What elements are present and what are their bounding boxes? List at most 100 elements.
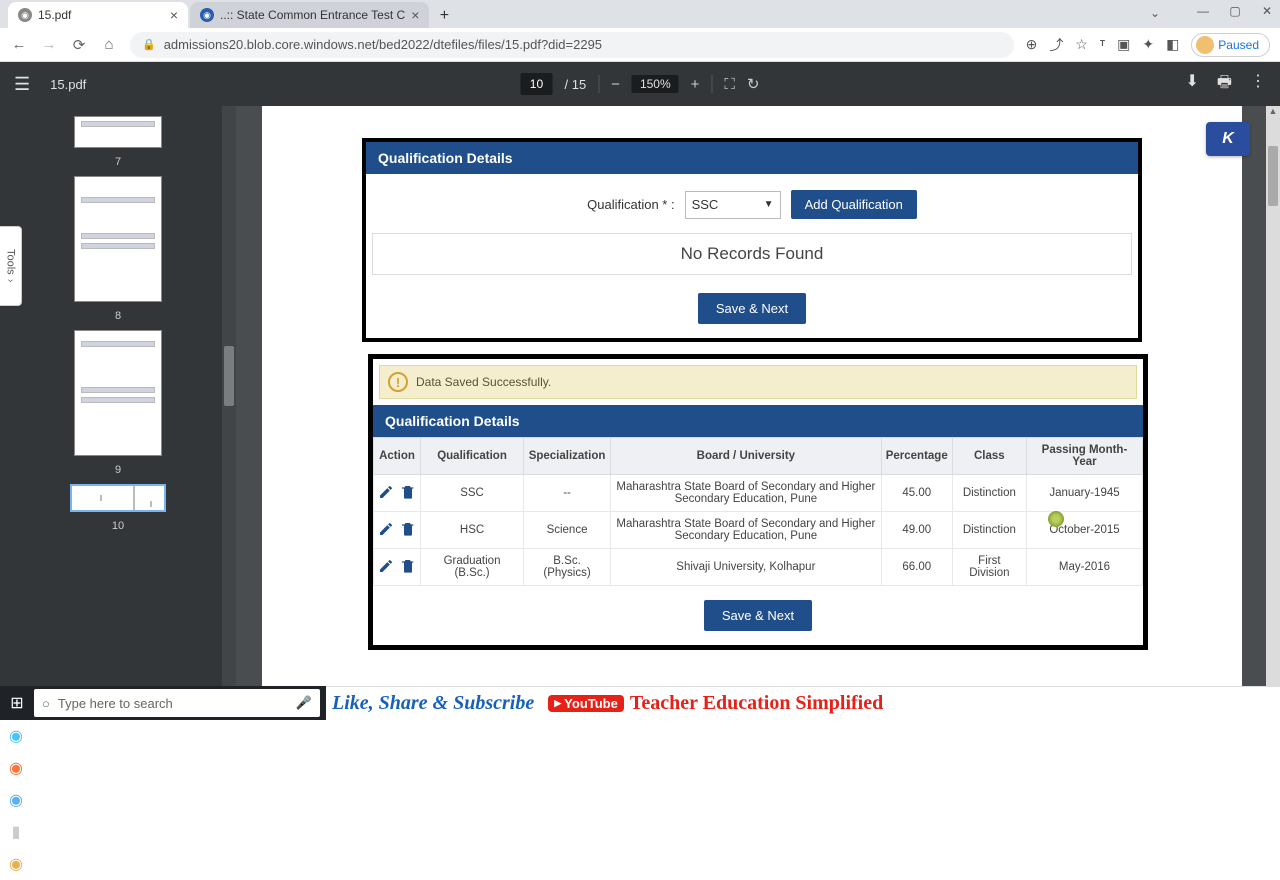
edit-icon[interactable] bbox=[378, 558, 394, 577]
scroll-up-icon[interactable]: ▲ bbox=[1266, 106, 1280, 120]
taskbar-search[interactable]: ○ Type here to search 🎤 bbox=[34, 689, 320, 717]
table-row: SSC--Maharashtra State Board of Secondar… bbox=[374, 475, 1143, 512]
page-thumbnail-selected[interactable] bbox=[70, 484, 166, 512]
download-icon[interactable]: ⬇ bbox=[1185, 71, 1198, 98]
zoom-icon[interactable]: ⊕ bbox=[1026, 36, 1038, 53]
page-thumbnail[interactable] bbox=[74, 330, 162, 456]
page-total: / 15 bbox=[564, 77, 586, 92]
chevron-down-icon[interactable]: ⌄ bbox=[1150, 6, 1160, 20]
pdf-viewer: Tools› 7 8 9 10 K ▲ Qualification Detail… bbox=[0, 106, 1280, 720]
thumbnail-scrollbar[interactable] bbox=[222, 106, 236, 720]
panel-header: Qualification Details bbox=[366, 142, 1138, 174]
page-input[interactable] bbox=[520, 73, 552, 95]
minimize-icon[interactable]: — bbox=[1194, 4, 1212, 18]
col-action: Action bbox=[374, 438, 421, 475]
print-icon[interactable]: 🖶 bbox=[1217, 71, 1232, 98]
tools-tab[interactable]: Tools› bbox=[0, 226, 22, 306]
thumb-label: 9 bbox=[115, 464, 121, 476]
qualification-select[interactable]: SSC ▼ bbox=[685, 191, 781, 219]
col-qualification: Qualification bbox=[421, 438, 524, 475]
edge-icon[interactable]: ◉ bbox=[0, 720, 32, 752]
thumb-label: 10 bbox=[112, 520, 124, 532]
chevron-down-icon: ▼ bbox=[764, 199, 774, 210]
youtube-badge: YouTube bbox=[548, 695, 624, 712]
star-icon[interactable]: ☆ bbox=[1075, 36, 1088, 53]
search-icon: ○ bbox=[42, 696, 50, 711]
chromium-icon[interactable]: ◉ bbox=[0, 784, 32, 816]
zoom-out-icon[interactable]: − bbox=[611, 76, 620, 93]
info-icon: ! bbox=[388, 372, 408, 392]
edit-icon[interactable] bbox=[378, 521, 394, 540]
translate-icon[interactable]: ᵀ bbox=[1100, 38, 1105, 52]
k-overlay-button[interactable]: K bbox=[1206, 122, 1250, 156]
browser-tab-active[interactable]: ◉ 15.pdf × bbox=[8, 2, 188, 28]
firefox-icon[interactable]: ◉ bbox=[0, 752, 32, 784]
pdf-page: Qualification Details Qualification * : … bbox=[262, 106, 1242, 720]
close-icon[interactable]: × bbox=[170, 7, 178, 23]
save-next-button[interactable]: Save & Next bbox=[704, 600, 812, 631]
col-specialization: Specialization bbox=[524, 438, 611, 475]
new-tab-button[interactable]: + bbox=[431, 4, 457, 28]
banner-channel: Teacher Education Simplified bbox=[630, 692, 883, 715]
close-icon[interactable]: × bbox=[411, 7, 419, 23]
fit-page-icon[interactable]: ⛶ bbox=[724, 76, 735, 93]
home-icon[interactable]: ⌂ bbox=[100, 36, 118, 53]
start-button[interactable]: ⊞ bbox=[0, 686, 34, 720]
taskbar-apps: ◉ ◉ ◉ ▮ ◉ bbox=[0, 720, 1280, 880]
add-qualification-button[interactable]: Add Qualification bbox=[791, 190, 917, 219]
qualification-panel-empty: Qualification Details Qualification * : … bbox=[362, 138, 1142, 342]
browser-tab-strip: ◉ 15.pdf × ◉ ..:: State Common Entrance … bbox=[0, 0, 1280, 28]
address-bar: ← → ⟳ ⌂ 🔒 admissions20.blob.core.windows… bbox=[0, 28, 1280, 62]
save-next-button[interactable]: Save & Next bbox=[698, 293, 806, 324]
share-icon[interactable]: ⤴ bbox=[1049, 35, 1063, 55]
forward-icon[interactable]: → bbox=[40, 36, 58, 53]
col-class: Class bbox=[952, 438, 1026, 475]
back-icon[interactable]: ← bbox=[10, 36, 28, 53]
tab-title: 15.pdf bbox=[38, 8, 71, 22]
col-passing: Passing Month-Year bbox=[1026, 438, 1142, 475]
url-field[interactable]: 🔒 admissions20.blob.core.windows.net/bed… bbox=[130, 32, 1014, 58]
url-text: admissions20.blob.core.windows.net/bed20… bbox=[164, 37, 602, 52]
pdf-toolbar: ☰ 15.pdf / 15 − 150% + ⛶ ↻ ⬇ 🖶 ⋮ bbox=[0, 62, 1280, 106]
table-row: HSCScienceMaharashtra State Board of Sec… bbox=[374, 512, 1143, 549]
browser-tab[interactable]: ◉ ..:: State Common Entrance Test C × bbox=[190, 2, 429, 28]
col-percentage: Percentage bbox=[881, 438, 952, 475]
cursor-highlight bbox=[1048, 511, 1064, 527]
chrome-icon[interactable]: ◉ bbox=[0, 848, 32, 880]
close-window-icon[interactable]: ✕ bbox=[1258, 4, 1276, 18]
qualification-panel-filled: ! Data Saved Successfully. Qualification… bbox=[368, 354, 1148, 650]
reload-icon[interactable]: ⟳ bbox=[70, 36, 88, 54]
zoom-level: 150% bbox=[632, 75, 679, 93]
qualification-table: Action Qualification Specialization Boar… bbox=[373, 437, 1143, 586]
qualification-label: Qualification * : bbox=[587, 197, 674, 212]
panel-header: Qualification Details bbox=[373, 405, 1143, 437]
table-row: Graduation (B.Sc.)B.Sc. (Physics)Shivaji… bbox=[374, 549, 1143, 586]
page-scrollbar[interactable]: ▲ bbox=[1266, 106, 1280, 720]
delete-icon[interactable] bbox=[400, 558, 416, 577]
page-thumbnail[interactable] bbox=[74, 176, 162, 302]
maximize-icon[interactable]: ▢ bbox=[1226, 4, 1244, 18]
pdf-filename: 15.pdf bbox=[50, 77, 86, 92]
page-thumbnail[interactable] bbox=[74, 116, 162, 148]
profile-button[interactable]: Paused bbox=[1191, 33, 1270, 57]
thumb-label: 7 bbox=[115, 156, 121, 168]
col-board: Board / University bbox=[610, 438, 881, 475]
extensions-icon[interactable]: ✦ bbox=[1142, 36, 1154, 53]
rotate-icon[interactable]: ↻ bbox=[747, 75, 760, 93]
no-records-message: No Records Found bbox=[372, 233, 1132, 275]
page-area: K ▲ Qualification Details Qualification … bbox=[236, 106, 1280, 720]
banner-like-share: Like, Share & Subscribe bbox=[332, 692, 534, 715]
reader-icon[interactable]: ▣ bbox=[1117, 36, 1130, 53]
sidepanel-icon[interactable]: ◧ bbox=[1166, 36, 1179, 53]
tab-title: ..:: State Common Entrance Test C bbox=[220, 8, 405, 22]
app-icon[interactable]: ▮ bbox=[0, 816, 32, 848]
zoom-in-icon[interactable]: + bbox=[691, 76, 700, 93]
delete-icon[interactable] bbox=[400, 521, 416, 540]
more-icon[interactable]: ⋮ bbox=[1250, 71, 1266, 98]
mic-icon[interactable]: 🎤 bbox=[296, 695, 312, 711]
lock-icon: 🔒 bbox=[142, 38, 156, 51]
video-banner: Like, Share & Subscribe YouTube Teacher … bbox=[326, 686, 1280, 720]
menu-icon[interactable]: ☰ bbox=[14, 74, 30, 95]
delete-icon[interactable] bbox=[400, 484, 416, 503]
edit-icon[interactable] bbox=[378, 484, 394, 503]
